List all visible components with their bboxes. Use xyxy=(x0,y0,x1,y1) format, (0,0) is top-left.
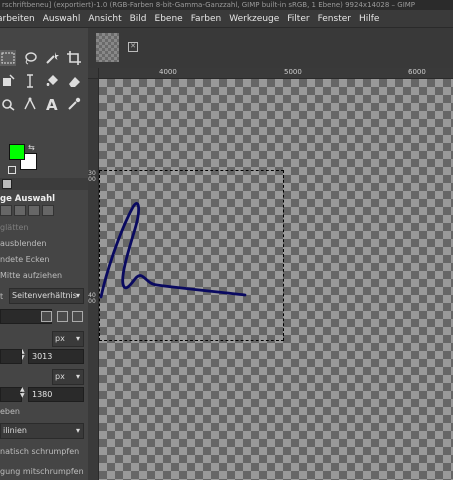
fuzzy-select-tool-icon[interactable] xyxy=(44,50,60,66)
swap-colors-icon[interactable]: ⇆ xyxy=(28,143,35,152)
path-tool-icon[interactable] xyxy=(22,96,38,112)
ruler-label: 4000 xyxy=(159,68,177,76)
spin-arrows-icon[interactable]: ▲ ▼ xyxy=(20,387,25,399)
window-title: rschriftbeneu] (exportiert)-1.0 (RGB-Far… xyxy=(0,0,453,10)
vertical-ruler[interactable]: 3000 4000 xyxy=(88,79,99,480)
fixed-ratio-select[interactable]: Seitenverhältnis ▾ xyxy=(9,288,84,304)
fixed-label: t xyxy=(0,292,4,301)
menu-colors[interactable]: Farben xyxy=(187,14,226,24)
chevron-down-icon: ▾ xyxy=(75,334,80,343)
chevron-down-icon: ▾ xyxy=(75,426,80,435)
menu-bar: arbeiten Auswahl Ansicht Bild Ebene Farb… xyxy=(0,10,453,28)
text-tool-icon[interactable]: A xyxy=(44,96,60,112)
mode-add-icon[interactable] xyxy=(14,205,26,216)
text-cursor-tool-icon[interactable] xyxy=(22,73,38,89)
chevron-down-icon: ▾ xyxy=(75,372,80,381)
mode-subtract-icon[interactable] xyxy=(28,205,40,216)
rect-select-tool-icon[interactable] xyxy=(0,50,16,66)
crop-tool-icon[interactable] xyxy=(66,50,82,66)
shrink-merged-option[interactable]: gung mitschrumpfen xyxy=(0,466,84,478)
chevron-down-icon: ▾ xyxy=(75,291,80,300)
mode-intersect-icon[interactable] xyxy=(42,205,54,216)
feather-option[interactable]: ausblenden xyxy=(0,238,47,250)
height-input[interactable]: 1380 xyxy=(28,387,84,402)
highlight-option[interactable]: eben xyxy=(0,406,20,418)
menu-tools[interactable]: Werkzeuge xyxy=(225,14,283,24)
selection-mode-buttons xyxy=(0,205,54,217)
close-icon[interactable]: ✕ xyxy=(128,42,138,52)
tool-options-title: ge Auswahl xyxy=(0,194,56,204)
foreground-color-swatch[interactable] xyxy=(9,144,25,160)
transform-tool-icon[interactable] xyxy=(0,73,16,89)
menu-select[interactable]: Auswahl xyxy=(39,14,85,24)
bucket-fill-tool-icon[interactable] xyxy=(44,73,60,89)
pos-y-input[interactable] xyxy=(0,387,22,402)
pos-x-input[interactable] xyxy=(0,349,22,364)
image-thumbnail[interactable] xyxy=(96,33,119,62)
portrait-icon[interactable] xyxy=(57,311,68,322)
reset-colors-icon[interactable] xyxy=(8,166,16,174)
color-picker-tool-icon[interactable] xyxy=(66,96,82,112)
unit-select-2[interactable]: px ▾ xyxy=(52,369,84,385)
landscape-icon[interactable] xyxy=(72,311,83,322)
image-tab-strip: ✕ xyxy=(88,28,453,68)
menu-windows[interactable]: Fenster xyxy=(314,14,355,24)
menu-layer[interactable]: Ebene xyxy=(151,14,187,24)
ruler-label: 3000 xyxy=(88,170,96,183)
toolbox: A ⇆ ge Auswahl glätten ausblenden ndete … xyxy=(0,28,88,480)
width-input[interactable]: 3013 xyxy=(28,349,84,364)
fixed-ratio-value: Seitenverhältnis xyxy=(12,291,77,300)
expand-from-center-option[interactable]: Mitte aufziehen xyxy=(0,270,62,282)
tool-options-tab-icon[interactable] xyxy=(2,179,12,189)
ruler-corner[interactable] xyxy=(88,68,99,79)
ruler-label: 5000 xyxy=(284,68,302,76)
dock-tab-bar xyxy=(0,178,88,190)
lasso-tool-icon[interactable] xyxy=(22,50,38,66)
ruler-label: 4000 xyxy=(88,292,96,305)
unit-select[interactable]: px ▾ xyxy=(52,331,84,347)
guides-select[interactable]: ilinien ▾ xyxy=(0,423,84,439)
clone-tool-icon[interactable] xyxy=(0,96,16,112)
auto-shrink-option[interactable]: natisch schrumpfen xyxy=(0,446,79,458)
rounded-corners-option[interactable]: ndete Ecken xyxy=(0,254,49,266)
svg-text:A: A xyxy=(46,97,58,111)
mode-replace-icon[interactable] xyxy=(0,205,12,216)
eraser-tool-icon[interactable] xyxy=(66,73,82,89)
image-canvas[interactable] xyxy=(99,79,453,480)
menu-image[interactable]: Bild xyxy=(126,14,151,24)
menu-filters[interactable]: Filter xyxy=(283,14,313,24)
menu-help[interactable]: Hilfe xyxy=(355,14,383,24)
antialias-option[interactable]: glätten xyxy=(0,222,28,234)
horizontal-ruler[interactable]: 4000 5000 6000 xyxy=(99,68,453,79)
unit-value-2: px xyxy=(55,372,65,381)
menu-view[interactable]: Ansicht xyxy=(84,14,125,24)
unit-value: px xyxy=(55,334,65,343)
signature-stroke xyxy=(99,202,247,299)
clear-ratio-icon[interactable] xyxy=(41,311,52,322)
guides-value: ilinien xyxy=(3,426,27,435)
menu-edit[interactable]: arbeiten xyxy=(0,14,39,24)
ruler-label: 6000 xyxy=(408,68,426,76)
